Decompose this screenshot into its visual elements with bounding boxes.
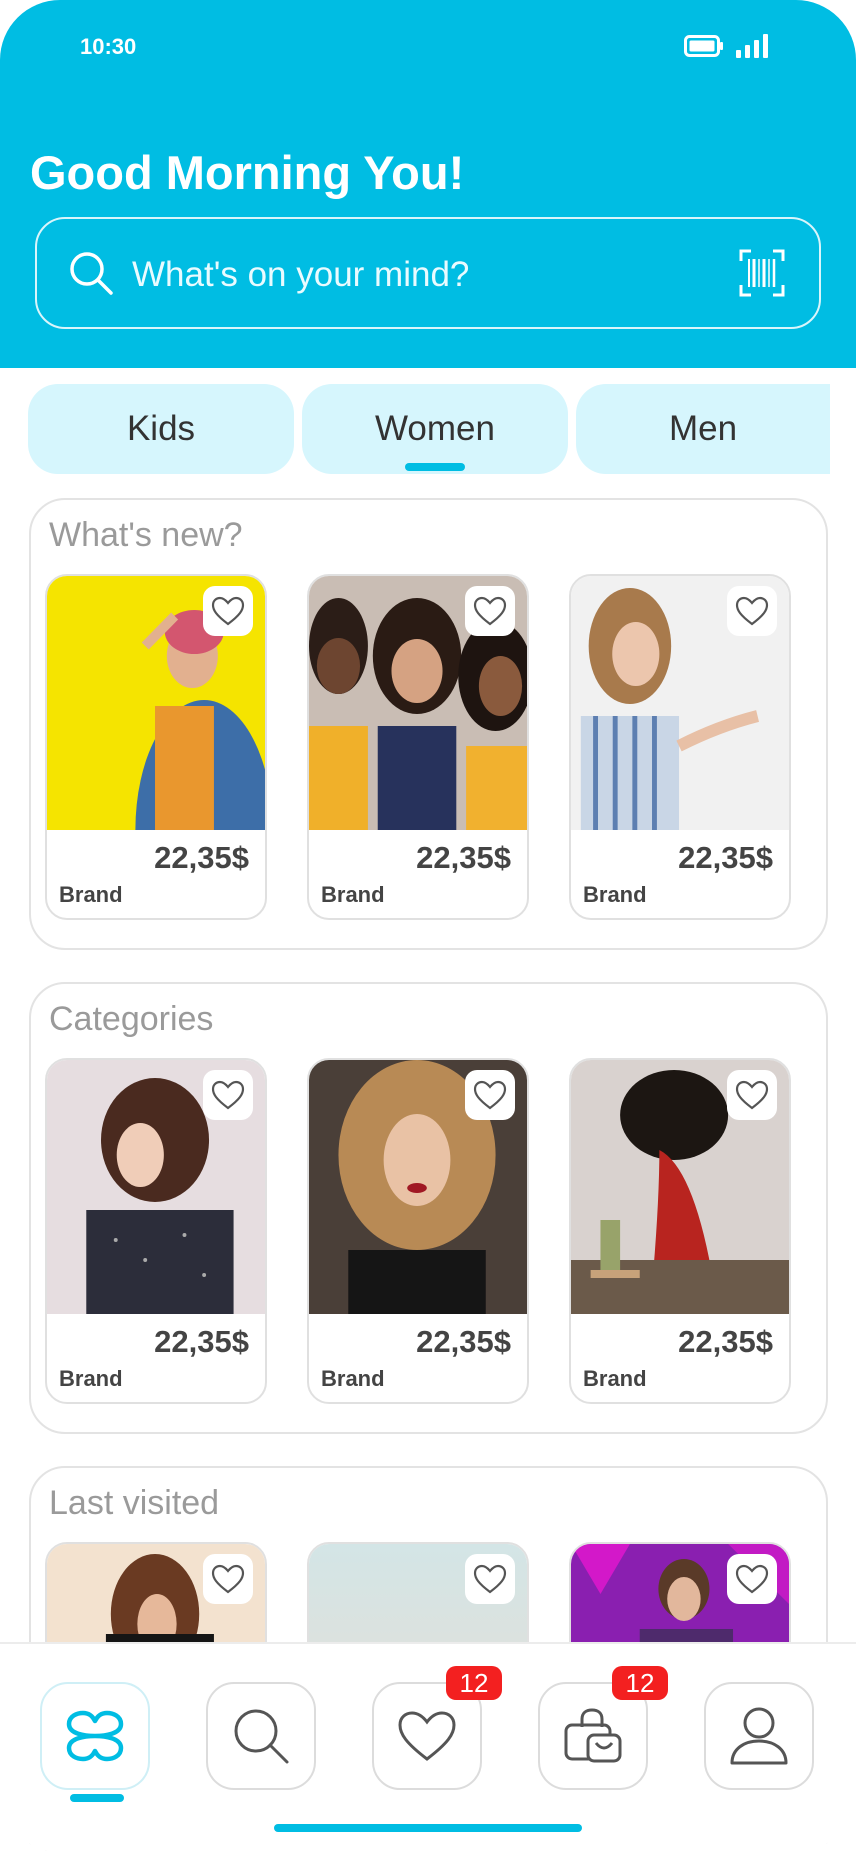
favorite-button[interactable] bbox=[727, 1070, 777, 1120]
favorite-button[interactable] bbox=[203, 1070, 253, 1120]
heart-icon bbox=[211, 596, 245, 626]
section-title: Categories bbox=[49, 1000, 214, 1038]
favorite-button[interactable] bbox=[203, 586, 253, 636]
heart-icon bbox=[473, 596, 507, 626]
product-brand: Brand bbox=[59, 882, 123, 907]
product-price: 22,35$ bbox=[154, 840, 249, 875]
signal-icon bbox=[736, 34, 768, 58]
search-icon bbox=[234, 1709, 289, 1764]
favorite-button[interactable] bbox=[203, 1554, 253, 1604]
user-icon bbox=[730, 1707, 788, 1765]
product-price: 22,35$ bbox=[154, 1324, 249, 1359]
tab-men[interactable]: Men bbox=[576, 384, 830, 474]
tab-kids[interactable]: Kids bbox=[28, 384, 294, 474]
category-tabs: Kids Women Men bbox=[28, 384, 830, 474]
nav-active-indicator bbox=[70, 1794, 124, 1802]
status-time: 10:30 bbox=[80, 34, 137, 59]
search-field[interactable]: What's on your mind? bbox=[35, 217, 821, 329]
section-title: What's new? bbox=[49, 516, 243, 554]
search-icon bbox=[70, 252, 113, 295]
status-icons bbox=[684, 34, 768, 58]
tab-label: Men bbox=[668, 409, 738, 448]
shopping-bag-icon bbox=[564, 1708, 622, 1763]
section-title: Last visited bbox=[49, 1484, 220, 1522]
header: 10:30 Good Morning You! What's on your m… bbox=[0, 0, 856, 368]
heart-icon bbox=[735, 1080, 769, 1110]
tab-label: Women bbox=[375, 409, 495, 448]
favorite-button[interactable] bbox=[465, 1070, 515, 1120]
product-card[interactable]: 22,35$ Brand bbox=[569, 1058, 791, 1404]
bottom-navigation: 12 12 bbox=[0, 1642, 856, 1852]
battery-icon bbox=[684, 35, 723, 57]
heart-icon bbox=[398, 1711, 456, 1761]
search-placeholder: What's on your mind? bbox=[132, 255, 470, 294]
product-price: 22,35$ bbox=[416, 1324, 511, 1359]
favorite-button[interactable] bbox=[727, 586, 777, 636]
product-brand: Brand bbox=[321, 882, 385, 907]
product-brand: Brand bbox=[583, 1366, 647, 1391]
home-indicator bbox=[274, 1824, 582, 1832]
barcode-scan-icon[interactable] bbox=[739, 249, 785, 297]
nav-wishlist[interactable]: 12 bbox=[372, 1666, 502, 1790]
product-list: 22,35$ Brand 22,35$ Brand 22,35$ Brand bbox=[45, 1058, 791, 1404]
product-brand: Brand bbox=[321, 1366, 385, 1391]
product-card[interactable]: 22,35$ Brand bbox=[45, 1058, 267, 1404]
nav-bag[interactable]: 12 bbox=[538, 1666, 668, 1790]
logo-icon bbox=[66, 1710, 124, 1762]
wishlist-count-badge: 12 bbox=[446, 1666, 502, 1700]
heart-icon bbox=[211, 1080, 245, 1110]
product-price: 22,35$ bbox=[678, 1324, 773, 1359]
tab-selected-indicator bbox=[405, 463, 465, 471]
nav-profile[interactable] bbox=[704, 1682, 814, 1790]
product-list: 22,35$ Brand 22,35$ Brand 22,35$ Brand bbox=[45, 574, 791, 920]
section-whats-new: What's new? 22,35$ Brand 22,35$ Brand 22… bbox=[29, 498, 828, 950]
tab-label: Kids bbox=[126, 409, 196, 448]
section-categories: Categories 22,35$ Brand 22,35$ Brand 22,… bbox=[29, 982, 828, 1434]
heart-icon bbox=[473, 1564, 507, 1594]
product-card[interactable]: 22,35$ Brand bbox=[569, 574, 791, 920]
favorite-button[interactable] bbox=[465, 1554, 515, 1604]
product-card[interactable]: 22,35$ Brand bbox=[45, 574, 267, 920]
heart-icon bbox=[473, 1080, 507, 1110]
product-price: 22,35$ bbox=[678, 840, 773, 875]
product-card[interactable]: 22,35$ Brand bbox=[307, 574, 529, 920]
nav-home[interactable] bbox=[40, 1682, 150, 1802]
bag-count-badge: 12 bbox=[612, 1666, 668, 1700]
heart-icon bbox=[735, 1564, 769, 1594]
greeting-title: Good Morning You! bbox=[30, 146, 465, 199]
product-brand: Brand bbox=[59, 1366, 123, 1391]
product-price: 22,35$ bbox=[416, 840, 511, 875]
phone-screen: 10:30 Good Morning You! What's on your m… bbox=[0, 0, 856, 1852]
heart-icon bbox=[735, 596, 769, 626]
tab-women[interactable]: Women bbox=[302, 384, 568, 474]
heart-icon bbox=[211, 1564, 245, 1594]
product-brand: Brand bbox=[583, 882, 647, 907]
nav-search[interactable] bbox=[206, 1682, 316, 1790]
product-card[interactable]: 22,35$ Brand bbox=[307, 1058, 529, 1404]
favorite-button[interactable] bbox=[465, 586, 515, 636]
favorite-button[interactable] bbox=[727, 1554, 777, 1604]
